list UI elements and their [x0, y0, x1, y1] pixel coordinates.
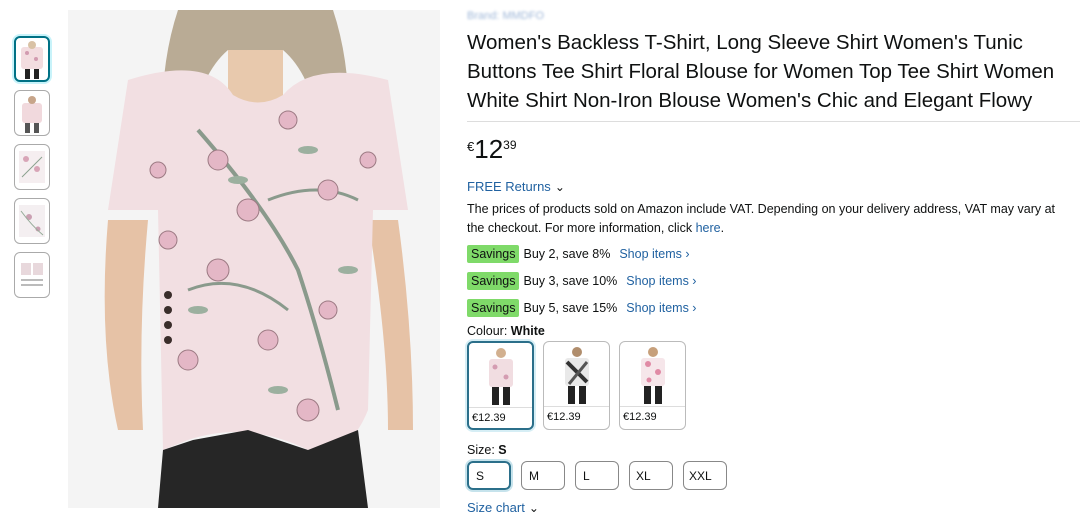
chevron-down-icon: ⌄ — [554, 179, 565, 194]
vat-here-link[interactable]: here — [696, 221, 721, 235]
size-option-xl[interactable]: XL — [629, 461, 673, 490]
size-value: S — [498, 443, 507, 457]
product-info-panel: Brand: MMDFO Women's Backless T-Shirt, L… — [467, 10, 1080, 515]
divider — [467, 121, 1080, 122]
shirt-swatch-icon — [488, 348, 513, 405]
swatch-image — [620, 342, 685, 406]
thumbnail-2[interactable] — [14, 90, 50, 136]
colour-swatches: €12.39 €12.39 €12.39 — [467, 341, 1077, 430]
size-option-l[interactable]: L — [575, 461, 619, 490]
product-title: Women's Backless T-Shirt, Long Sleeve Sh… — [467, 31, 1055, 112]
size-option-xxl[interactable]: XXL — [683, 461, 727, 490]
swatch-price: €12.39 — [544, 406, 609, 427]
price-whole: 12 — [474, 134, 504, 164]
size-chart-link[interactable]: Size chart ⌄ — [467, 500, 1077, 515]
thumbnail-5[interactable] — [14, 252, 50, 298]
savings-row: Savings Buy 2, save 8% Shop items › — [467, 244, 1077, 264]
savings-row: Savings Buy 5, save 15% Shop items › — [467, 298, 1077, 318]
size-option-m[interactable]: M — [521, 461, 565, 490]
size-label-text: Size: — [467, 443, 499, 457]
shop-items-link[interactable]: Shop items › — [626, 301, 696, 315]
swatch-image — [544, 342, 609, 406]
shirt-swatch-icon — [564, 347, 589, 404]
swatch-price: €12.39 — [620, 406, 685, 427]
floral-shirt-image — [68, 10, 440, 508]
vat-text: The prices of products sold on Amazon in… — [467, 202, 1056, 235]
fabric-detail-icon — [19, 205, 45, 237]
colour-swatch-black-floral[interactable]: €12.39 — [543, 341, 610, 430]
price: € 12 39 — [467, 135, 1077, 163]
fabric-detail-icon — [19, 151, 45, 183]
shop-items-link[interactable]: Shop items › — [626, 274, 696, 288]
thumbnail-4[interactable] — [14, 198, 50, 244]
chevron-down-icon: ⌄ — [528, 500, 539, 515]
free-returns-link[interactable]: FREE Returns ⌄ — [467, 179, 1077, 194]
thumbnail-1[interactable] — [14, 36, 50, 82]
savings-text: Buy 5, save 15% — [523, 301, 618, 315]
thumbnail-3[interactable] — [14, 144, 50, 190]
size-options: S M L XL XXL — [467, 461, 1077, 490]
savings-badge: Savings — [467, 272, 520, 290]
size-option-s[interactable]: S — [467, 461, 511, 490]
main-product-image[interactable] — [68, 10, 440, 508]
thumbnail-list — [14, 36, 52, 306]
savings-row: Savings Buy 3, save 10% Shop items › — [467, 271, 1077, 291]
colour-value: White — [510, 324, 545, 338]
currency-symbol: € — [467, 139, 475, 154]
savings-badge: Savings — [467, 245, 520, 263]
shirt-thumbnail-icon — [22, 96, 42, 133]
colour-label-text: Colour: — [467, 324, 511, 338]
colour-swatch-pink-floral[interactable]: €12.39 — [619, 341, 686, 430]
size-chart-label: Size chart — [467, 500, 525, 515]
shop-items-link[interactable]: Shop items › — [619, 247, 689, 261]
vat-notice: The prices of products sold on Amazon in… — [467, 200, 1072, 237]
colour-swatch-white[interactable]: €12.39 — [467, 341, 534, 430]
shirt-swatch-icon — [640, 347, 665, 404]
vat-end: . — [720, 220, 725, 235]
savings-badge: Savings — [467, 299, 520, 317]
savings-text: Buy 2, save 8% — [523, 247, 611, 261]
swatch-image — [469, 343, 532, 407]
swatch-price: €12.39 — [469, 407, 532, 428]
size-label: Size: S — [467, 443, 1077, 457]
savings-text: Buy 3, save 10% — [523, 274, 618, 288]
free-returns-label: FREE Returns — [467, 179, 551, 194]
brand-link[interactable]: Brand: MMDFO — [467, 10, 1077, 25]
size-guide-icon — [21, 263, 43, 286]
colour-label: Colour: White — [467, 324, 1077, 338]
price-fraction: 39 — [503, 138, 517, 152]
shirt-thumbnail-icon — [21, 41, 43, 79]
